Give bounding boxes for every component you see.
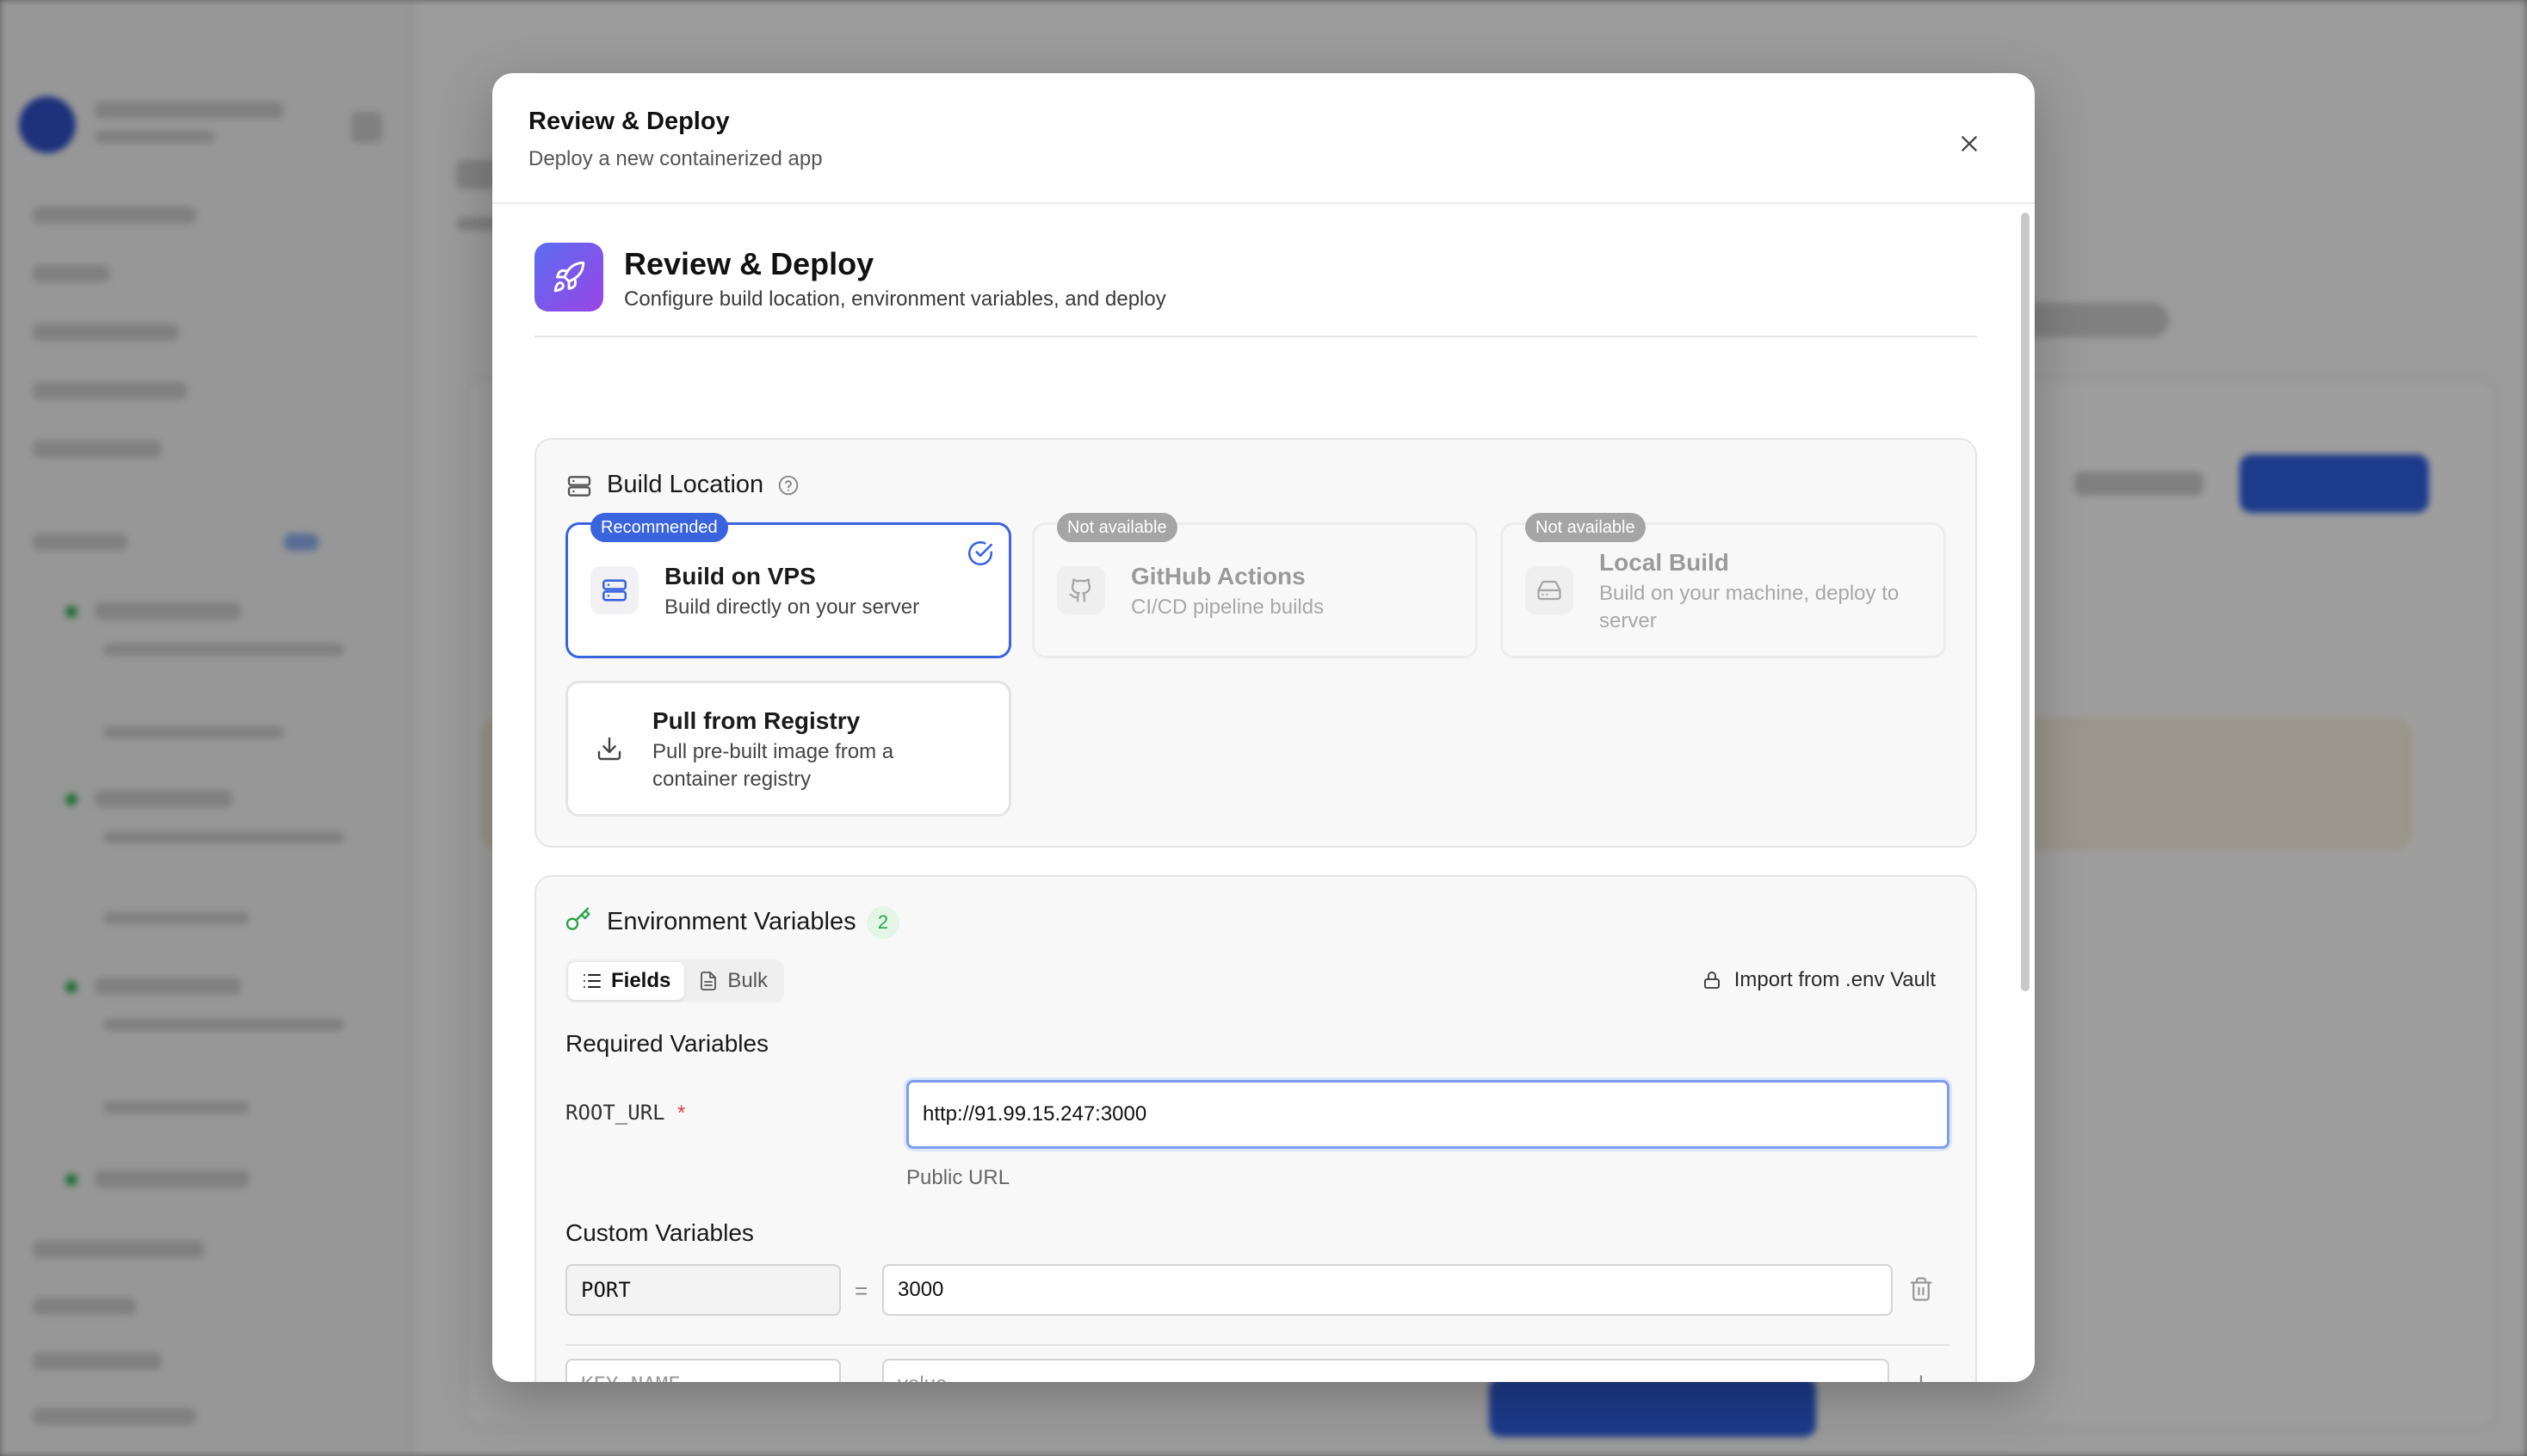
rocket-icon (534, 243, 603, 312)
custom-var-value-input[interactable]: 3000 (882, 1264, 1893, 1316)
tab-fields-label: Fields (611, 969, 671, 992)
build-option-title: Build on VPS (664, 563, 816, 589)
import-env-vault-label: Import from .env Vault (1733, 968, 1936, 991)
env-count-badge: 2 (867, 906, 899, 939)
deploy-dialog: Review & Deploy Deploy a new containeriz… (492, 73, 2035, 1382)
import-env-vault-button[interactable]: Import from .env Vault (1702, 968, 1936, 992)
close-button[interactable] (1949, 123, 1990, 164)
build-option-desc: Build directly on your server (664, 595, 920, 619)
root-url-hint: Public URL (906, 1166, 1010, 1189)
server-icon (590, 566, 639, 614)
custom-var-value: 3000 (898, 1278, 944, 1301)
dialog-title: Review & Deploy (528, 108, 730, 135)
hard-drive-icon (1525, 566, 1573, 614)
custom-var-key: PORT (581, 1278, 631, 1302)
dialog-header: Review & Deploy Deploy a new containeriz… (492, 73, 2035, 204)
dialog-scrollbar[interactable] (2021, 213, 2030, 991)
build-option-desc: Build on your machine, deploy to server (1599, 582, 1900, 632)
custom-var-key-input[interactable]: PORT (565, 1264, 841, 1316)
section-subtitle: Configure build location, environment va… (624, 287, 1166, 311)
build-location-panel: Build Location Recommended Build on VPS … (534, 438, 1977, 848)
custom-variables-heading: Custom Variables (565, 1219, 754, 1246)
dialog-subtitle: Deploy a new containerized app (528, 147, 823, 170)
list-icon (584, 974, 601, 988)
section-title: Review & Deploy (624, 246, 874, 281)
new-var-key-input[interactable]: KEY_NAME (565, 1359, 841, 1382)
not-available-badge: Not available (1525, 513, 1646, 542)
root-url-key: ROOT_URL (565, 1101, 665, 1125)
recommended-badge: Recommended (590, 513, 728, 542)
env-mode-toggle: Fields Bulk (565, 959, 785, 1003)
file-text-icon (701, 972, 717, 990)
build-option-vps[interactable]: Recommended Build on VPS Build directly … (565, 513, 1011, 658)
required-variables-heading: Required Variables (565, 1030, 769, 1057)
build-option-github-actions: Not available GitHub Actions CI/CD pipel… (1032, 513, 1478, 658)
download-icon (585, 725, 633, 773)
trash-icon[interactable] (1908, 1276, 1934, 1302)
new-var-value-placeholder: value (898, 1373, 947, 1382)
build-option-title: Local Build (1599, 549, 1729, 576)
check-circle-icon (967, 540, 993, 566)
build-option-title: GitHub Actions (1131, 563, 1306, 589)
dialog-body: Review & Deploy Configure build location… (492, 206, 2035, 1382)
equals-sign: = (855, 1373, 868, 1382)
build-option-title: Pull from Registry (652, 707, 861, 734)
root-url-input[interactable]: http://91.99.15.247:3000 (906, 1080, 1949, 1149)
lock-icon (1703, 972, 1720, 989)
section-header: Review & Deploy Configure build location… (534, 243, 1977, 337)
new-var-value-input[interactable]: value (882, 1359, 1889, 1382)
key-icon (565, 907, 590, 930)
row-divider (565, 1344, 1949, 1346)
tab-bulk[interactable]: Bulk (684, 962, 782, 1000)
server-stack-icon (567, 476, 591, 497)
new-var-key-placeholder: KEY_NAME (581, 1373, 681, 1382)
root-url-label: ROOT_URL * (565, 1101, 685, 1126)
help-circle-icon[interactable] (777, 474, 800, 497)
root-url-value: http://91.99.15.247:3000 (923, 1102, 1147, 1126)
build-option-registry[interactable]: Pull from Registry Pull pre-built image … (565, 681, 1011, 817)
tab-bulk-label: Bulk (727, 969, 769, 992)
close-icon (1962, 136, 1977, 151)
build-option-desc: Pull pre-built image from a container re… (652, 740, 894, 791)
environment-variables-panel: Environment Variables 2 Fields Bulk Impo… (534, 875, 1977, 1382)
build-location-title: Build Location (607, 471, 764, 498)
tab-fields[interactable]: Fields (568, 962, 685, 1000)
github-icon (1057, 566, 1105, 614)
env-vars-title: Environment Variables (607, 908, 856, 935)
required-asterisk: * (677, 1101, 686, 1125)
build-option-local: Not available Local Build Build on your … (1500, 513, 1946, 658)
not-available-badge: Not available (1057, 513, 1177, 542)
equals-sign: = (855, 1278, 868, 1304)
build-option-desc: CI/CD pipeline builds (1131, 595, 1325, 619)
plus-icon[interactable] (1908, 1371, 1934, 1382)
